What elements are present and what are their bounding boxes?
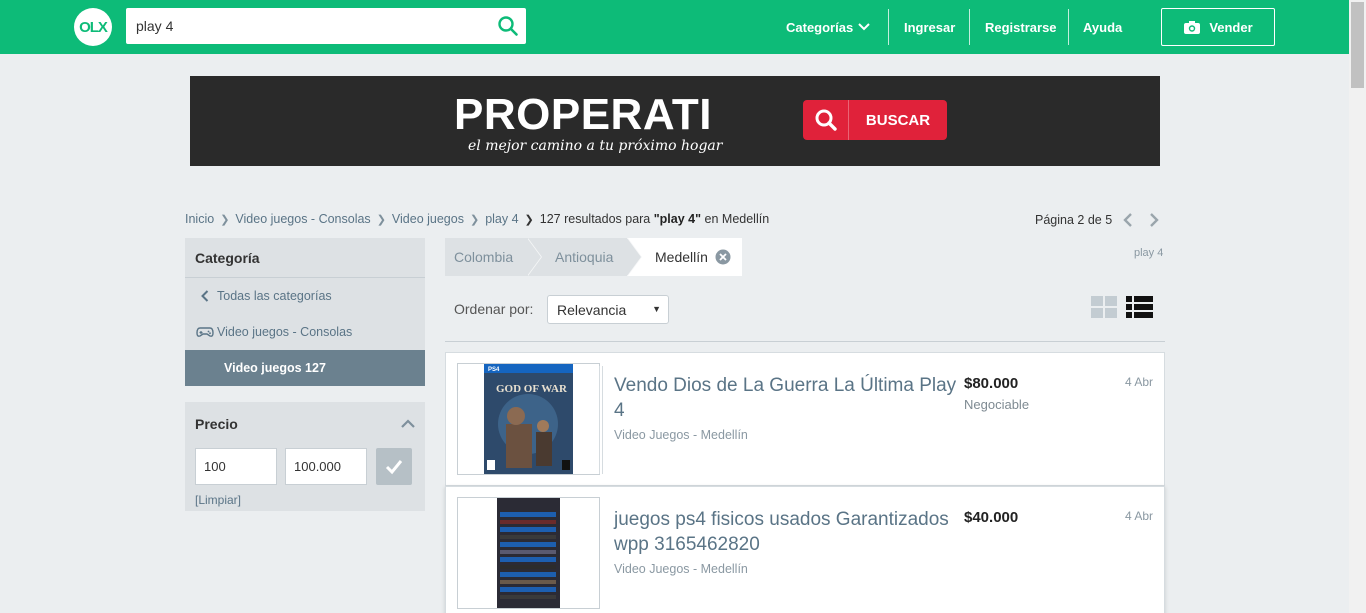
sort-label: Ordenar por: [454,301,534,317]
chevron-right-icon: ❯ [376,213,386,226]
breadcrumb: Inicio ❯ Video juegos - Consolas ❯ Video… [185,212,769,226]
page-scrollbar[interactable] [1349,0,1366,613]
listing-category-location: Video Juegos - Medellín [614,562,748,576]
all-categories-link[interactable]: Todas las categorías [185,278,425,314]
breadcrumb-item-video-juegos-consolas[interactable]: Video juegos - Consolas [235,212,370,226]
close-icon[interactable] [715,249,731,265]
parent-category-link[interactable]: Video juegos - Consolas [185,314,425,350]
price-max-input[interactable] [285,448,367,485]
listing-price: $80.000 [964,375,1019,392]
listing-date: 4 Abr [1124,509,1153,523]
results-count: 127 resultados para [539,212,651,226]
banner-search-button[interactable]: BUSCAR [803,100,947,140]
category-filter-title: Categoría [185,238,425,278]
price-min-input[interactable] [195,448,277,485]
sort-select[interactable]: Relevancia ▼ [547,295,669,324]
grid-view-icon[interactable] [1091,296,1117,318]
breadcrumb-item-play-4[interactable]: play 4 [485,212,518,226]
location-antioquia-label: Antioquia [555,249,614,265]
results-query: "play 4" [653,212,702,226]
camera-icon [1183,20,1201,35]
svg-text:PS4: PS4 [488,367,500,373]
nav-divider [1068,9,1069,45]
search-term-tag: play 4 [1134,247,1164,259]
location-colombia[interactable]: Colombia [445,238,542,276]
search-icon[interactable] [496,14,520,38]
search-box [126,8,526,44]
results-divider [445,341,1165,342]
divider [627,238,641,276]
sort-selected-value: Relevancia [557,301,627,318]
listing-price: $40.000 [964,509,1019,526]
image-stack-edge [599,366,603,474]
listing-item[interactable]: PS4 GOD OF WAR Vendo Dios de La Guerra L… [445,352,1165,486]
breadcrumb-item-inicio[interactable]: Inicio [185,212,214,226]
banner-subtitle: el mejor camino a tu próximo hogar [468,138,723,154]
svg-text:GOD OF WAR: GOD OF WAR [496,383,568,395]
all-categories-label: Todas las categorías [217,289,332,303]
location-medellin: Medellín [627,238,742,276]
sell-label: Vender [1209,19,1253,35]
listing-negotiable: Negociable [964,397,1030,412]
chevron-left-icon[interactable] [1118,212,1138,228]
clear-price-link[interactable]: [Limpiar] [195,493,241,507]
chevron-up-icon[interactable] [401,416,415,428]
chevron-left-icon [195,290,215,302]
category-filter-list: Todas las categorías Video juegos - Cons… [185,278,425,386]
gamepad-icon [195,326,215,338]
breadcrumb-item-video-juegos[interactable]: Video juegos [392,212,464,226]
listing-image[interactable] [457,497,600,609]
location-colombia-label: Colombia [454,249,514,265]
results-summary: 127 resultados para "play 4" en Medellín [540,212,769,226]
listing-image[interactable]: PS4 GOD OF WAR [457,363,600,475]
chevron-right-icon[interactable] [1144,212,1164,228]
listing-date: 4 Abr [1124,375,1153,389]
nav-ingresar[interactable]: Ingresar [904,0,955,54]
list-view-icon[interactable] [1126,296,1153,318]
properati-ad-banner[interactable]: PROPERATI el mejor camino a tu próximo h… [190,76,1160,166]
pagination-label: Página 2 de 5 [1035,213,1113,227]
checkmark-icon [385,459,403,475]
nav-divider [969,9,970,45]
nav-categorias[interactable]: Categorías [786,0,870,54]
search-icon [803,100,849,140]
nav-ayuda[interactable]: Ayuda [1083,0,1122,54]
active-category[interactable]: Video juegos 127 [185,350,425,386]
listing-title[interactable]: Vendo Dios de La Guerra La Última Play 4 [614,373,959,423]
apply-price-button[interactable] [376,448,412,485]
price-filter: Precio [Limpiar] [185,402,425,511]
listing-category-location: Video Juegos - Medellín [614,428,748,442]
search-input[interactable] [136,8,486,44]
banner-button-label: BUSCAR [865,111,931,129]
caret-down-icon: ▼ [652,304,661,314]
location-antioquia[interactable]: Antioquia [527,238,642,276]
pagination: Página 2 de 5 [1035,212,1164,228]
nav-registrarse[interactable]: Registrarse [985,0,1057,54]
scrollbar-thumb[interactable] [1351,2,1364,88]
filter-sidebar: Categoría Todas las categorías Video jue… [185,238,425,511]
sell-button[interactable]: Vender [1161,8,1275,46]
results-location: en Medellín [704,212,770,226]
location-medellin-label: Medellín [655,249,708,265]
nav-categorias-label: Categorías [786,19,854,35]
parent-category-label: Video juegos - Consolas [217,325,353,339]
divider [527,238,541,276]
banner-title: PROPERATI [454,90,712,139]
chevron-right-icon: ❯ [524,213,534,226]
location-breadcrumb: Colombia Antioquia Medellín [445,238,742,276]
chevron-right-icon: ❯ [469,213,480,226]
chevron-down-icon [858,23,870,31]
listing-title[interactable]: juegos ps4 fisicos usados Garantizados w… [614,507,959,557]
price-filter-title: Precio [195,416,238,432]
nav-divider [888,9,889,45]
top-navigation-bar: OLX Categorías Ingresar Registrarse Ayud… [0,0,1349,54]
listing-item[interactable]: juegos ps4 fisicos usados Garantizados w… [445,486,1165,613]
chevron-right-icon: ❯ [220,213,230,226]
olx-logo[interactable]: OLX [74,8,112,46]
